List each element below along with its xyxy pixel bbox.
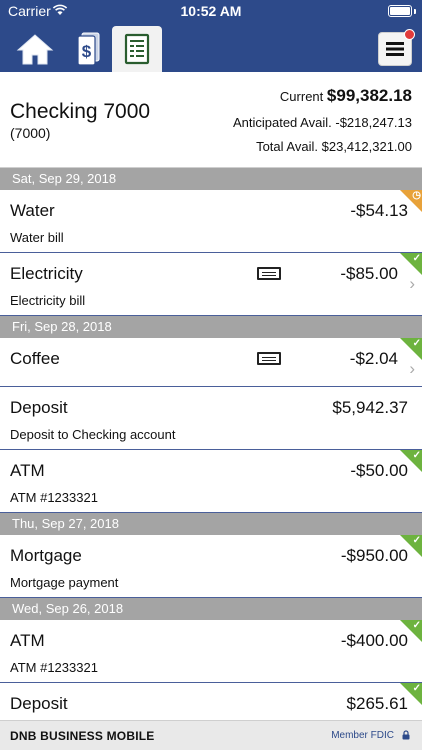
status-bar: Carrier 10:52 AM (0, 0, 422, 22)
transaction-amount: -$2.04 (349, 349, 398, 368)
chevron-right-icon: › (409, 274, 415, 293)
transaction-row-mortgage[interactable]: Mortgage -$950.00 Mortgage payment ✓ (0, 535, 422, 598)
svg-text:$: $ (82, 42, 92, 61)
check-icon: ✓ (412, 253, 421, 264)
money-icon: $ (77, 32, 100, 66)
transaction-amount: -$85.00 (340, 264, 398, 283)
check-icon: ✓ (412, 535, 421, 546)
transaction-description: ATM #1233321 (10, 660, 98, 675)
anticipated-balance: Anticipated Avail. -$218,247.13 (233, 115, 412, 130)
chevron-right-icon: › (409, 359, 415, 378)
anticipated-balance-label: Anticipated Avail. (232, 115, 332, 130)
battery-icon (388, 5, 412, 17)
battery-cap (414, 9, 416, 14)
transaction-title: Coffee (10, 349, 60, 368)
current-balance-value: $99,382.18 (326, 86, 412, 105)
ledger-icon (124, 33, 150, 65)
brand-name: DNB BUSINESS MOBILE (10, 729, 155, 743)
transaction-amount: -$400.00 (340, 631, 408, 650)
tab-home[interactable] (10, 26, 60, 72)
date-header: Sat, Sep 29, 2018 (0, 168, 422, 190)
check-icon: ✓ (412, 683, 421, 694)
memo-icon (257, 267, 281, 280)
transaction-description: Mortgage payment (10, 575, 119, 590)
transaction-row-electricity[interactable]: Electricity -$85.00 Electricity bill › ✓ (0, 253, 422, 316)
transaction-title: Mortgage (10, 546, 82, 565)
transaction-description: ATM #1233321 (10, 490, 98, 505)
transaction-row-atm[interactable]: ATM -$400.00 ATM #1233321 ✓ (0, 620, 422, 683)
current-balance-label: Current (279, 89, 324, 104)
transaction-title: ATM (10, 461, 45, 480)
footer: DNB BUSINESS MOBILE Member FDIC (0, 720, 422, 750)
clock-icon: ◷ (412, 190, 421, 201)
anticipated-balance-value: -$218,247.13 (335, 115, 412, 130)
transaction-row-water[interactable]: Water -$54.13 Water bill ◷ (0, 190, 422, 253)
lock-icon (402, 730, 410, 740)
transaction-title: Water (10, 201, 55, 220)
tab-accounts[interactable]: $ (62, 26, 112, 72)
menu-button[interactable] (378, 29, 415, 66)
nav-bar: $ (0, 22, 422, 72)
notification-dot (404, 29, 415, 40)
transaction-row-coffee[interactable]: Coffee -$2.04 › ✓ (0, 338, 422, 387)
total-balance-label: Total Avail. (256, 139, 318, 154)
transaction-list[interactable]: Sat, Sep 29, 2018 Water -$54.13 Water bi… (0, 168, 422, 720)
transaction-title: Deposit (10, 694, 68, 713)
transaction-row-atm[interactable]: ATM -$50.00 ATM #1233321 ✓ (0, 450, 422, 513)
tab-transactions[interactable] (112, 26, 162, 72)
transaction-description: Water bill (10, 230, 64, 245)
transaction-amount: $265.61 (346, 694, 408, 713)
hamburger-icon (386, 42, 404, 56)
transaction-title: ATM (10, 631, 45, 650)
home-icon (16, 34, 54, 65)
account-summary: Checking 7000 (7000) Current $99,382.18 … (0, 72, 422, 168)
clock-time: 10:52 AM (180, 3, 242, 19)
total-balance-value: $23,412,321.00 (321, 139, 412, 154)
date-header: Wed, Sep 26, 2018 (0, 598, 422, 620)
check-icon: ✓ (412, 620, 421, 631)
account-number: (7000) (10, 125, 51, 141)
transaction-amount: $5,942.37 (332, 398, 408, 417)
check-icon: ✓ (412, 450, 421, 461)
account-name: Checking 7000 (10, 100, 151, 123)
total-balance: Total Avail. $23,412,321.00 (256, 139, 412, 154)
transaction-row-deposit[interactable]: Deposit $265.61 ✓ (0, 683, 422, 720)
transaction-row-deposit[interactable]: Deposit $5,942.37 Deposit to Checking ac… (0, 387, 422, 450)
transaction-description: Deposit to Checking account (10, 427, 176, 442)
transaction-description: Electricity bill (10, 293, 86, 308)
transaction-title: Electricity (10, 264, 83, 283)
date-header: Thu, Sep 27, 2018 (0, 513, 422, 535)
transaction-amount: -$950.00 (340, 546, 408, 565)
current-balance: Current $99,382.18 (280, 86, 412, 106)
memo-icon (257, 352, 281, 365)
transaction-title: Deposit (10, 398, 68, 417)
date-header: Fri, Sep 28, 2018 (0, 316, 422, 338)
fdic-label: Member FDIC (331, 730, 394, 741)
check-icon: ✓ (412, 338, 421, 349)
